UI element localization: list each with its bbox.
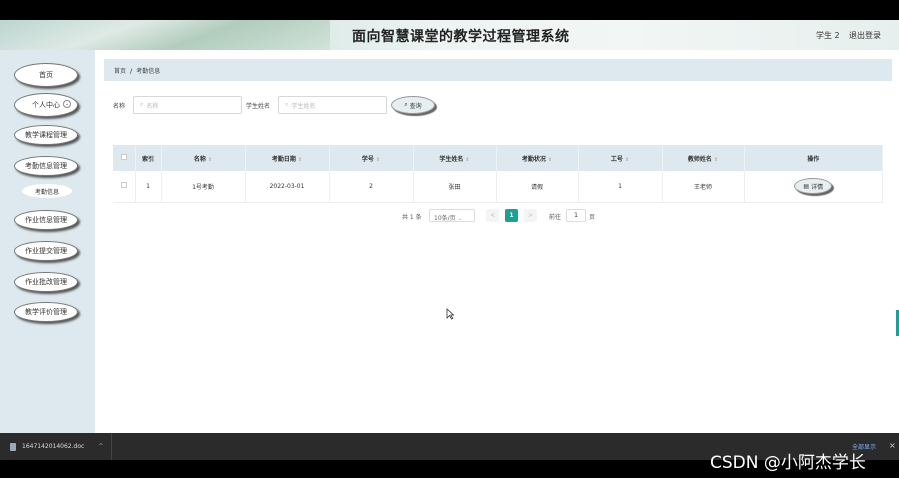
cell-teacher: 王老师: [662, 171, 745, 203]
cell-student-name: 张田: [413, 171, 497, 203]
sidebar-item-teaching-evaluation[interactable]: 教学评价管理: [14, 302, 78, 322]
file-icon: [10, 442, 16, 451]
query-button[interactable]: ⌕ 查询: [391, 96, 435, 114]
column-header-date[interactable]: 考勤日期 ⇕: [245, 145, 330, 171]
student-name-search-placeholder: 学生姓名: [291, 102, 316, 110]
current-user: 学生 2: [816, 31, 840, 40]
search-icon: ⌕: [140, 101, 144, 108]
column-header-student-no[interactable]: 学号 ⇕: [329, 145, 414, 171]
checkbox-icon: [120, 182, 127, 189]
column-header-status[interactable]: 考勤状况 ⇕: [496, 145, 579, 171]
sidebar-item-label: 作业提交管理: [25, 247, 67, 255]
chevron-down-icon: ⌄: [63, 100, 71, 108]
column-header-job-no[interactable]: 工号 ⇕: [578, 145, 663, 171]
sidebar-item-homework-management[interactable]: 作业信息管理: [14, 210, 78, 230]
watermark-text: CSDN @小阿杰学长: [710, 453, 866, 473]
cell-index: 1: [135, 171, 162, 203]
top-black-bar: [0, 0, 899, 20]
app-title: 面向智慧课堂的教学过程管理系统: [352, 29, 570, 45]
student-name-search-label: 学生姓名: [246, 103, 271, 110]
detail-button[interactable]: ▤ 详情: [794, 178, 833, 195]
sidebar-item-label: 作业批改管理: [25, 278, 67, 286]
page-size-value: 10条/页: [434, 215, 456, 222]
goto-page-input[interactable]: 1: [566, 209, 586, 222]
breadcrumb-home[interactable]: 首页: [114, 68, 126, 75]
download-item[interactable]: 1647142014062.doc ^: [0, 433, 112, 460]
table-header-row: 索引 名称 ⇕ 考勤日期 ⇕ 学号 ⇕ 学生姓名 ⇕ 考勤状况 ⇕ 工号 ⇕ 教师姓名 ⇕ 操…: [113, 145, 883, 171]
cell-student-no: 2: [329, 171, 414, 203]
chevron-down-icon: ⌄: [457, 215, 463, 222]
sort-icon: ⇕: [547, 156, 553, 163]
search-icon: ⌕: [285, 101, 289, 108]
table-row: 1 1号考勤 2022-03-01 2 张田 请假 1 王老师 ▤ 详情: [113, 171, 883, 203]
column-header-action: 操作: [744, 145, 883, 171]
sidebar-item-label: 考勤信息管理: [25, 162, 67, 170]
sidebar-item-label: 个人中心: [32, 101, 60, 109]
prev-page-button[interactable]: <: [486, 209, 499, 222]
sidebar-item-course-management[interactable]: 教学课程管理: [14, 125, 78, 145]
sidebar-item-label: 首页: [39, 71, 53, 79]
column-header-index: 索引: [135, 145, 162, 171]
cell-name: 1号考勤: [161, 171, 246, 203]
sidebar-item-attendance-management[interactable]: 考勤信息管理: [14, 156, 78, 176]
row-checkbox[interactable]: [113, 171, 136, 203]
mouse-cursor-icon: [446, 308, 454, 320]
sidebar-item-homework-submit[interactable]: 作业提交管理: [14, 241, 78, 261]
document-icon: ▤: [803, 182, 810, 190]
screen: 面向智慧课堂的教学过程管理系统 学生 2 退出登录 首页 个人中心 ⌄ 教学课程管…: [0, 0, 899, 478]
name-search-label: 名称: [113, 103, 126, 110]
student-name-search-input[interactable]: ⌕ 学生姓名: [278, 96, 387, 114]
page-size-select[interactable]: 10条/页 ⌄: [429, 209, 475, 222]
sidebar-item-personal-center[interactable]: 个人中心 ⌄: [14, 93, 78, 117]
column-header-teacher[interactable]: 教师姓名 ⇕: [662, 145, 745, 171]
cell-job-no: 1: [578, 171, 663, 203]
breadcrumb-separator: /: [130, 68, 133, 75]
pagination-total: 共 1 条: [402, 214, 422, 221]
sort-icon: ⇕: [624, 156, 630, 163]
current-page-button[interactable]: 1: [505, 209, 518, 222]
logout-link[interactable]: 退出登录: [849, 30, 881, 41]
cell-date: 2022-03-01: [245, 171, 330, 203]
cell-action: ▤ 详情: [744, 171, 883, 203]
checkbox-icon: [120, 154, 127, 160]
search-icon: ⌕: [404, 101, 408, 108]
breadcrumb-current: 考勤信息: [136, 68, 161, 75]
close-download-bar-icon[interactable]: ×: [889, 441, 896, 450]
download-filename: 1647142014062.doc: [22, 443, 85, 450]
name-search-input[interactable]: ⌕ 名称: [133, 96, 242, 114]
app-header: 面向智慧课堂的教学过程管理系统 学生 2 退出登录: [0, 20, 899, 50]
column-header-name[interactable]: 名称 ⇕: [161, 145, 246, 171]
chevron-up-icon[interactable]: ^: [98, 443, 103, 450]
attendance-table: 索引 名称 ⇕ 考勤日期 ⇕ 学号 ⇕ 学生姓名 ⇕ 考勤状况 ⇕ 工号 ⇕ 教师姓名 ⇕ 操…: [113, 145, 883, 203]
column-header-student-name[interactable]: 学生姓名 ⇕: [413, 145, 497, 171]
query-button-label: 查询: [409, 102, 422, 110]
sidebar-item-label: 作业信息管理: [25, 216, 67, 224]
select-all-checkbox[interactable]: [113, 145, 136, 171]
breadcrumb: 首页 / 考勤信息: [104, 59, 892, 81]
sidebar-item-label: 教学课程管理: [25, 131, 67, 139]
sort-icon: ⇕: [297, 156, 303, 163]
detail-button-label: 详情: [811, 183, 824, 191]
sidebar-subitem-attendance[interactable]: 考勤信息: [22, 184, 72, 198]
sort-icon: ⇕: [713, 156, 719, 163]
name-search-placeholder: 名称: [146, 102, 159, 110]
sidebar-item-label: 教学评价管理: [25, 308, 67, 316]
cell-status: 请假: [496, 171, 579, 203]
header-banner-image: [0, 20, 330, 50]
page-unit-label: 页: [589, 214, 596, 221]
sidebar-item-label: 考勤信息: [34, 188, 59, 196]
sidebar-item-homework-grading[interactable]: 作业批改管理: [14, 272, 78, 292]
goto-label: 前往: [549, 214, 562, 221]
sort-icon: ⇕: [375, 156, 381, 163]
sort-icon: ⇕: [207, 156, 213, 163]
sort-icon: ⇕: [465, 156, 470, 163]
next-page-button[interactable]: >: [524, 209, 537, 222]
sidebar-item-home[interactable]: 首页: [14, 63, 78, 87]
